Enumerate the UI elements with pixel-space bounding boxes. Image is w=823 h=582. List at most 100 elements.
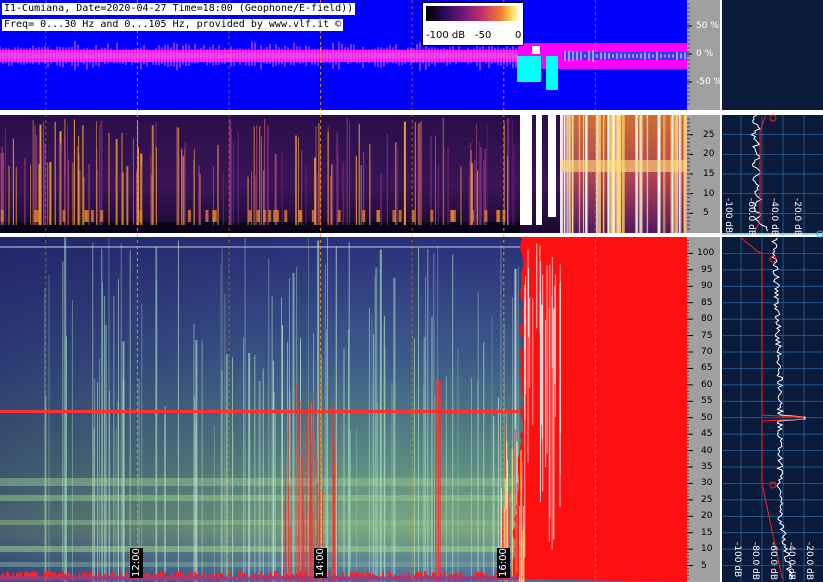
low-event-streak [198, 174, 201, 225]
noise-burst-streak [542, 274, 544, 492]
low-right-streak [659, 115, 661, 233]
colorbar-legend: -100 dB -50 0 [422, 2, 524, 46]
low-event-blob [337, 210, 341, 222]
high-event-streak [109, 390, 111, 582]
high-tick-label: 85 [701, 297, 713, 308]
low-event-streak [126, 166, 129, 225]
low-event-blob [276, 210, 280, 222]
low-event-streak [217, 145, 219, 225]
high-event-streak [220, 263, 222, 582]
low-right-streak [640, 115, 643, 233]
spectrogram-low-gap-2 [536, 115, 542, 225]
high-tick-label: 30 [701, 478, 713, 489]
spectrum-low-db-label: -60.0 dB [746, 198, 756, 237]
low-event-streak [49, 161, 52, 225]
low-event-streak [264, 118, 266, 225]
low-event-blob [484, 210, 488, 222]
low-event-streak [479, 147, 482, 225]
low-event-streak [66, 124, 68, 225]
spectrogram-low-gap-1 [520, 115, 532, 225]
high-event-streak [326, 237, 328, 582]
spectrum-high-db-label: -100 dB [732, 542, 742, 578]
noise-burst-streak [549, 264, 551, 518]
high-event-streak [225, 354, 228, 582]
low-event-blob [139, 210, 143, 222]
high-tick-label: 70 [701, 347, 713, 357]
high-event-streak [356, 429, 358, 582]
low-event-streak [151, 175, 153, 225]
high-tick-label: 75 [701, 330, 713, 341]
low-right-streak [646, 115, 649, 233]
high-event-streak [477, 291, 479, 582]
high-event-streak [103, 296, 105, 582]
low-right-streak [560, 115, 563, 233]
low-event-streak [395, 142, 397, 225]
low-event-streak [483, 160, 485, 225]
high-event-streak [275, 413, 277, 582]
high-event-streak [368, 307, 370, 582]
low-tick-label: 20 [703, 149, 715, 160]
high-tick-label: 100 [697, 248, 715, 259]
high-event-streak [164, 406, 166, 582]
high-event-streak [104, 324, 107, 582]
low-event-streak [72, 163, 74, 225]
low-event-streak [155, 147, 157, 225]
high-event-streak [343, 348, 345, 582]
high-event-streak [375, 267, 378, 582]
saturation-block-3 [532, 46, 540, 54]
low-event-streak [121, 172, 124, 225]
high-event-streak [194, 396, 196, 582]
low-event-blob [62, 210, 66, 222]
low-event-streak [137, 147, 139, 225]
low-event-streak [12, 138, 14, 225]
low-event-blob [273, 210, 277, 222]
high-red-streak [288, 485, 290, 582]
low-tick-label: 25 [703, 129, 715, 140]
low-event-blob [187, 210, 191, 222]
time-tick-label: 14:00 [313, 548, 327, 578]
high-event-streak [248, 352, 251, 582]
high-event-streak [273, 392, 275, 582]
low-event-streak [434, 135, 436, 225]
noise-burst-edge [523, 523, 525, 582]
base-noise-floor [0, 576, 518, 582]
noise-burst-streak [539, 245, 541, 333]
low-event-streak [78, 154, 80, 225]
low-event-blob [36, 210, 40, 222]
low-event-streak [39, 124, 42, 225]
high-event-streak [62, 261, 64, 582]
low-event-streak [54, 121, 56, 225]
colorbar-label-mid: -50 [475, 30, 492, 41]
low-event-streak [355, 155, 357, 225]
low-event-streak [414, 122, 416, 225]
header-title: I1-Cumiana, Date=2020-04-27 Time=18:00 (… [2, 3, 356, 15]
low-event-blob [392, 210, 396, 222]
low-event-streak [67, 159, 69, 225]
high-red-streak [310, 402, 312, 582]
noise-burst-streak [553, 308, 555, 540]
high-red-streak [305, 413, 307, 582]
high-red-streak [301, 456, 303, 582]
high-red-streak [284, 500, 286, 582]
spectrogram-low-gap-3 [548, 115, 556, 217]
high-event-streak [383, 322, 385, 582]
high-event-streak [213, 426, 215, 582]
spectrum-high-db-label: -60.0 dB [768, 542, 778, 581]
high-tick-label: 80 [701, 314, 713, 325]
high-event-streak [65, 336, 67, 582]
low-event-streak [247, 176, 249, 225]
low-event-blob [0, 210, 4, 222]
noise-burst-streak [546, 265, 548, 454]
high-event-streak [224, 293, 226, 582]
noise-burst-edge [518, 506, 520, 582]
noise-burst-edge [521, 530, 523, 582]
low-right-streak [618, 115, 622, 233]
low-event-streak [4, 128, 6, 225]
high-event-streak [98, 358, 100, 582]
high-red-streak [290, 507, 292, 582]
low-right-streak [672, 115, 674, 233]
low-event-streak [420, 121, 422, 225]
low-right-streak [598, 115, 601, 233]
noise-burst-edge [516, 483, 518, 582]
low-event-streak [222, 172, 224, 225]
